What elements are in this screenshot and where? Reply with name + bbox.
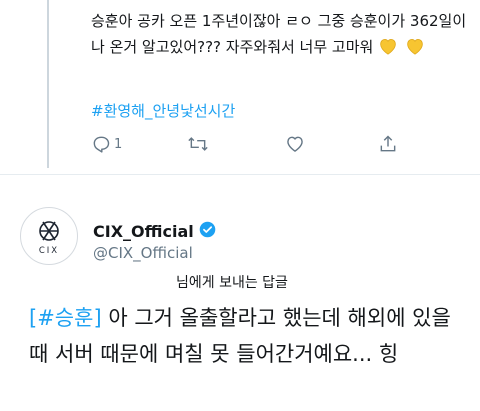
previous-tweet-text: 승훈아 공카 오픈 1주년이잖아 ㄹㅇ 그중 승훈이가 362일이나 온거 알고… <box>91 8 471 63</box>
reply-tweet-text: [#승훈] 아 그거 올출할라고 했는데 해외에 있을때 서버 때문에 며칠 못… <box>29 300 469 372</box>
retweet-button[interactable] <box>187 134 209 154</box>
tweet-actions: 1 <box>91 134 421 160</box>
share-icon <box>380 135 396 152</box>
author-name-row: CIX_Official <box>93 221 216 242</box>
previous-tweet: 승훈아 공카 오픈 1주년이잖아 ㄹㅇ 그중 승훈이가 362일이나 온거 알고… <box>91 8 471 63</box>
reply-icon <box>93 136 110 153</box>
hashtag-close-bracket: ] <box>93 306 102 330</box>
reply-count: 1 <box>114 136 123 152</box>
tweet-divider <box>0 174 480 175</box>
verified-badge-icon <box>199 221 216 242</box>
thread-connector-line <box>47 0 49 168</box>
retweet-icon <box>188 137 208 151</box>
cix-logo-icon: CIX <box>39 221 59 256</box>
yellow-heart-icon <box>407 39 423 55</box>
reply-button[interactable]: 1 <box>91 134 122 154</box>
reply-hashtag-link[interactable]: #승훈 <box>37 306 93 330</box>
author-handle[interactable]: @CIX_Official <box>93 244 193 262</box>
avatar[interactable]: CIX <box>20 207 78 265</box>
hashtag-open-bracket: [ <box>29 306 38 330</box>
reply-to-label: 님에게 보내는 답글 <box>176 275 288 291</box>
heart-emojis <box>378 37 427 63</box>
share-button[interactable] <box>378 134 398 154</box>
display-name[interactable]: CIX_Official <box>93 222 194 241</box>
avatar-logo-text: CIX <box>39 246 59 256</box>
hashtag-link[interactable]: #환영해_안녕낯선시간 <box>91 100 235 121</box>
like-button[interactable] <box>285 134 305 154</box>
heart-outline-icon <box>287 136 303 152</box>
yellow-heart-icon <box>380 39 396 55</box>
